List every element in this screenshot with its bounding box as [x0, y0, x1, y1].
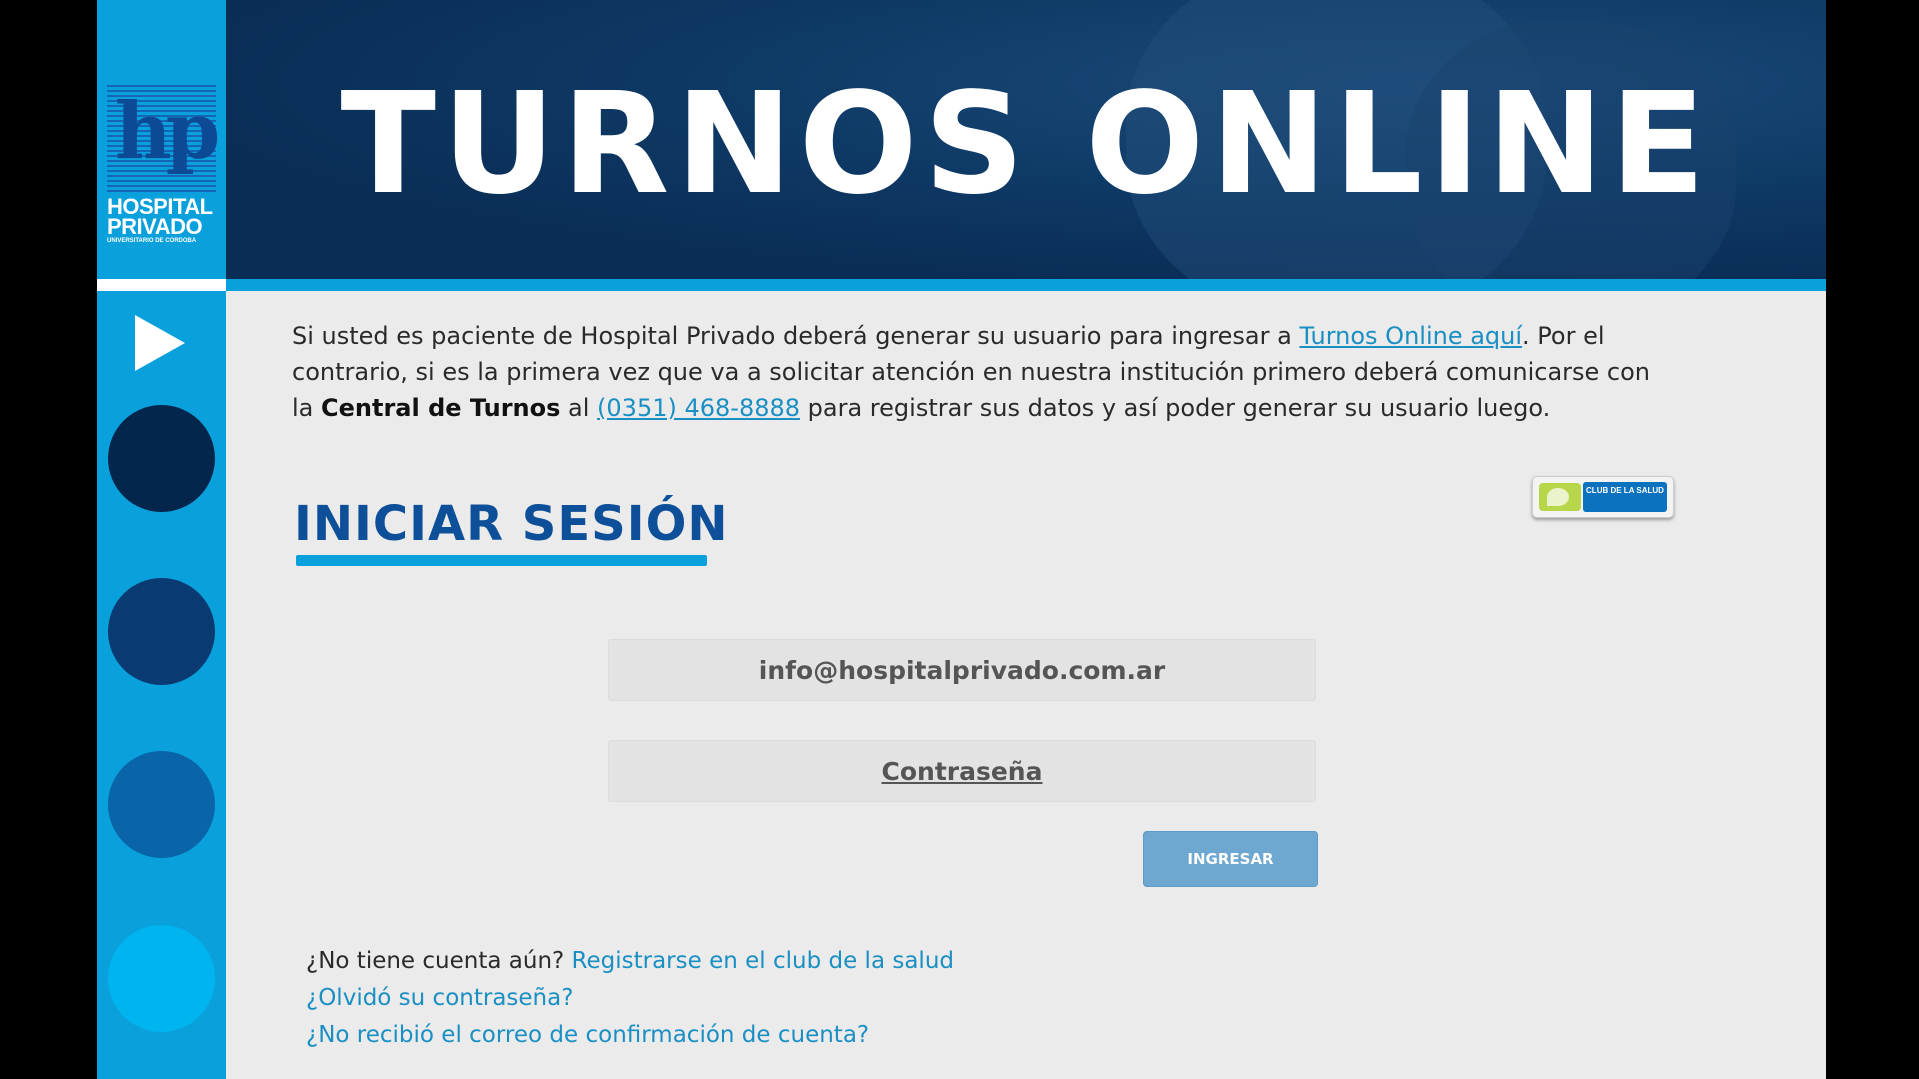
resend-confirmation-link[interactable]: ¿No recibió el correo de confirmación de…: [306, 1022, 869, 1048]
forgot-password-line: ¿Olvidó su contraseña?: [306, 983, 573, 1013]
submit-button[interactable]: INGRESAR: [1143, 831, 1318, 887]
club-logo-icon: [1539, 483, 1581, 511]
intro-text: Si usted es paciente de Hospital Privado…: [292, 322, 1300, 350]
logo-mark: hp: [115, 86, 220, 177]
register-link[interactable]: Registrarse en el club de la salud: [572, 948, 954, 974]
header-banner: TURNOS ONLINE: [226, 0, 1826, 279]
sidebar: hp HOSPITAL PRIVADO UNIVERSITARIO DE COR…: [97, 0, 226, 1079]
central-turnos-label: Central de Turnos: [321, 394, 561, 422]
nav-dot-1[interactable]: [108, 405, 215, 512]
login-title: INICIAR SESIÓN: [294, 496, 729, 552]
intro-text: para registrar sus datos y así poder gen…: [800, 394, 1551, 422]
turnos-online-link[interactable]: Turnos Online aquí: [1299, 322, 1522, 350]
nav-dot-2[interactable]: [108, 578, 215, 685]
phone-link[interactable]: (0351) 468-8888: [597, 394, 800, 422]
hospital-logo[interactable]: hp HOSPITAL PRIVADO UNIVERSITARIO DE COR…: [107, 85, 220, 245]
email-field[interactable]: info@hospitalprivado.com.ar: [608, 639, 1316, 701]
logo-name: HOSPITAL PRIVADO: [107, 194, 213, 239]
logo-subtitle: UNIVERSITARIO DE CORDOBA: [107, 238, 197, 244]
no-account-text: ¿No tiene cuenta aún?: [306, 948, 572, 974]
main-content: Si usted es paciente de Hospital Privado…: [226, 291, 1826, 1079]
sidebar-divider: [97, 279, 226, 291]
confirmation-email-line: ¿No recibió el correo de confirmación de…: [306, 1020, 869, 1050]
intro-text: al: [560, 394, 598, 422]
page-title: TURNOS ONLINE: [340, 63, 1712, 226]
club-de-la-salud-badge[interactable]: CLUB DE LA SALUD: [1532, 476, 1674, 518]
no-account-line: ¿No tiene cuenta aún? Registrarse en el …: [306, 946, 954, 976]
banner-accent-strip: [226, 279, 1826, 291]
password-field[interactable]: Contraseña: [608, 740, 1316, 802]
title-underline: [296, 555, 707, 566]
nav-dot-3[interactable]: [108, 751, 215, 858]
forgot-password-link[interactable]: ¿Olvidó su contraseña?: [306, 985, 573, 1011]
club-badge-label: CLUB DE LA SALUD: [1583, 482, 1667, 512]
nav-dot-4[interactable]: [108, 925, 215, 1032]
play-icon[interactable]: [135, 315, 185, 371]
intro-paragraph: Si usted es paciente de Hospital Privado…: [292, 318, 1662, 426]
